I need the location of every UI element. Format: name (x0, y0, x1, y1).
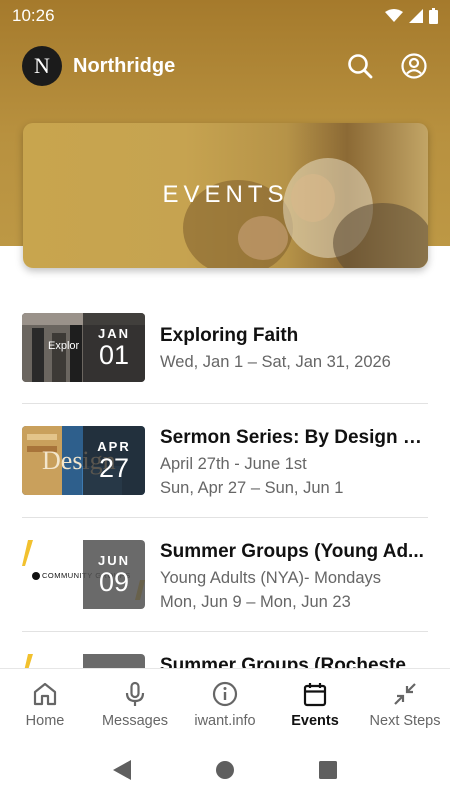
event-text: Summer Groups (Young Ad... Young Adults … (160, 541, 428, 612)
date-day: 01 (98, 340, 130, 370)
event-dates: Wed, Jan 1 – Sat, Jan 31, 2026 (160, 353, 391, 371)
event-title: Summer Groups (Young Ad... (160, 541, 424, 562)
search-icon (348, 54, 373, 79)
event-dates: Sun, Apr 27 – Sun, Jun 1 (160, 479, 344, 497)
event-description: Young Adults (NYA)- Mondays (160, 569, 382, 587)
event-item[interactable]: Explor JAN 01 Exploring Faith Wed, Jan 1… (22, 296, 428, 404)
event-thumbnail: COMMUNITY GROUPS JUN 09 (22, 540, 145, 609)
church-logo[interactable]: N (22, 46, 62, 86)
nav-events[interactable]: Events (270, 669, 360, 740)
logo-letter: N (34, 53, 50, 78)
app-bar: N Northridge (0, 44, 450, 88)
nav-label: Events (291, 713, 339, 729)
date-badge: JUN 09 (83, 540, 145, 609)
calendar-icon (303, 683, 327, 707)
events-banner: EVENTS (23, 123, 428, 268)
wifi-icon (385, 9, 403, 22)
back-icon[interactable] (111, 759, 133, 781)
account-icon (401, 53, 427, 79)
microphone-icon (125, 681, 145, 706)
nav-iwant-info[interactable]: iwant.info (180, 669, 270, 740)
nav-next-steps[interactable]: Next Steps (360, 669, 450, 740)
date-day: 09 (98, 567, 130, 597)
info-icon (212, 681, 238, 707)
app-title: Northridge (73, 54, 176, 77)
home-circle-icon[interactable] (214, 759, 236, 781)
event-title: Exploring Faith (160, 325, 299, 346)
account-button[interactable] (400, 52, 428, 80)
event-thumbnail: Explor JAN 01 (22, 313, 145, 382)
recents-icon[interactable] (317, 759, 339, 781)
event-dates: Mon, Jun 9 – Mon, Jun 23 (160, 593, 351, 611)
system-navigation (0, 740, 450, 800)
nav-home[interactable]: Home (0, 669, 90, 740)
nav-label: iwant.info (194, 713, 256, 729)
date-month: JAN (97, 326, 130, 341)
event-thumbnail: Design APR 27 (22, 426, 145, 495)
nav-label: Home (25, 713, 65, 729)
event-text: Sermon Series: By Design - ... April 27t… (160, 427, 428, 498)
battery-icon (429, 8, 438, 24)
event-item[interactable]: COMMUNITY GROUPS JUN 09 Summer Groups (Y… (22, 518, 428, 632)
nav-label: Messages (101, 713, 169, 729)
banner-title: EVENTS (162, 181, 289, 208)
date-badge: JAN 01 (83, 313, 145, 382)
search-button[interactable] (346, 52, 374, 80)
signal-icon (409, 9, 423, 23)
event-text: Exploring Faith Wed, Jan 1 – Sat, Jan 31… (160, 325, 428, 372)
collapse-arrows-icon (394, 683, 416, 705)
date-day: 27 (98, 453, 130, 483)
event-description: April 27th - June 1st (160, 455, 307, 473)
date-badge: APR 27 (83, 426, 145, 495)
nav-messages[interactable]: Messages (90, 669, 180, 740)
status-bar: 10:26 (0, 0, 450, 32)
date-month: JUN (97, 553, 130, 568)
app-actions (346, 52, 428, 80)
bottom-navigation: Home Messages iwant.info Events Next Ste… (0, 668, 450, 740)
nav-label: Next Steps (369, 713, 441, 729)
status-time: 10:26 (12, 6, 55, 25)
date-month: APR (97, 439, 131, 454)
status-icons (385, 8, 438, 24)
event-title: Sermon Series: By Design - ... (160, 427, 428, 448)
home-icon (33, 682, 57, 706)
event-item[interactable]: Design APR 27 Sermon Series: By Design -… (22, 404, 428, 518)
thumbnail-text: Explor (48, 340, 80, 352)
